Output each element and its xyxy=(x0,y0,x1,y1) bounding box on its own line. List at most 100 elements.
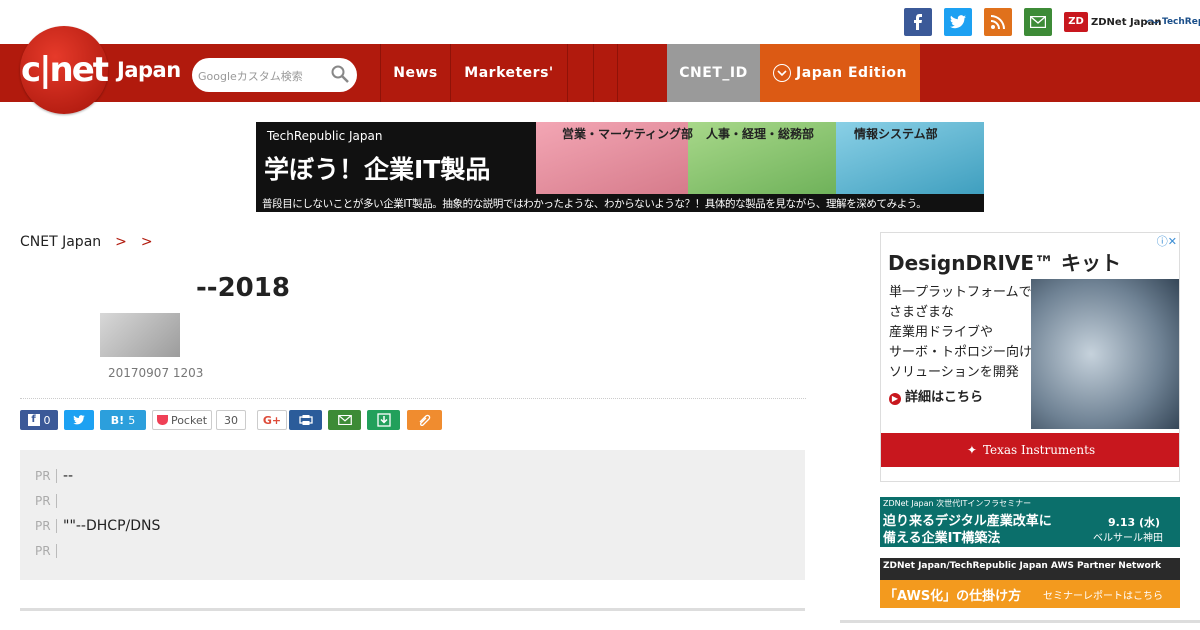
sidebar-ad-copy: 単一プラットフォームで さまざまな 産業用ドライブや サーボ・トポロジー向け ソ… xyxy=(889,283,1032,383)
pr-tag: PR xyxy=(35,544,57,558)
twitter-icon xyxy=(73,415,85,425)
ad-choices-icon[interactable]: ⓘ✕ xyxy=(1147,233,1177,248)
texas-icon: ✦ xyxy=(966,443,977,457)
chevron-down-icon xyxy=(773,64,792,82)
seminar-banner-date: 9.13 (水) xyxy=(1108,516,1161,529)
paperclip-icon xyxy=(419,414,430,426)
facebook-share-count: 0 xyxy=(43,413,51,427)
logo-region-label: Japan xyxy=(117,58,181,82)
top-bar: ZD ZDNet Japan 〜 TechRepublic xyxy=(0,0,1200,44)
mail-icon[interactable] xyxy=(1024,8,1052,36)
nav-item-5[interactable] xyxy=(617,44,641,102)
pocket-share-count: 30 xyxy=(216,410,246,430)
hatena-icon: B! xyxy=(110,413,125,427)
sidebar-ad[interactable]: ⓘ✕ DesignDRIVE™ キット 単一プラットフォームで さまざまな 産業… xyxy=(880,232,1180,482)
seminar-banner-top: ZDNet Japan 次世代ITインフラセミナー xyxy=(883,499,1032,508)
clip-button[interactable] xyxy=(407,410,442,430)
mail-icon xyxy=(337,415,352,425)
leaderboard-ad[interactable]: TechRepublic Japan 学ぼう！企業IT製品 営業・マーケティング… xyxy=(256,122,984,212)
pocket-count-value: 30 xyxy=(224,413,238,427)
breadcrumb: CNET Japan > > xyxy=(20,234,161,250)
pr-tag: PR xyxy=(35,519,57,533)
aws-banner-top: ZDNet Japan/TechRepublic Japan AWS Partn… xyxy=(883,561,1162,571)
pr-link[interactable]: PR xyxy=(35,493,63,509)
search-box[interactable]: Googleカスタム検索 xyxy=(192,58,357,92)
email-share-button[interactable] xyxy=(328,410,361,430)
search-input[interactable]: Googleカスタム検索 xyxy=(198,68,303,84)
section-divider xyxy=(20,608,805,611)
article-meta: 20170907 1203 xyxy=(20,366,203,380)
twitter-icon[interactable] xyxy=(944,8,972,36)
sidebar-ad-sponsor-bar: ✦ Texas Instruments xyxy=(881,433,1179,467)
pocket-share-button[interactable]: Pocket xyxy=(152,410,212,430)
pr-link[interactable]: PR ""--DHCP/DNS xyxy=(35,518,160,534)
pr-link[interactable]: PR -- xyxy=(35,468,73,484)
seminar-banner-venue: ベルサール神田 xyxy=(1093,533,1163,544)
pr-link[interactable]: PR xyxy=(35,543,63,559)
breadcrumb-separator-icon: > xyxy=(115,234,127,250)
banner-footer: 普段目にしないことが多い企業IT製品。抽象的な説明ではわかったような、わからない… xyxy=(262,198,927,210)
banner-tag-it: 情報システム部 xyxy=(854,127,938,141)
cnet-logo-text: c|net xyxy=(20,50,109,90)
nav-item-marketers-label: Marketers' xyxy=(464,65,554,81)
play-icon: ▶ xyxy=(889,393,901,405)
save-button[interactable] xyxy=(367,410,400,430)
pr-link-text[interactable]: -- xyxy=(63,468,73,484)
seminar-banner-line2: 備える企業IT構築法 xyxy=(883,531,1001,546)
facebook-icon: f xyxy=(27,414,40,426)
rss-icon[interactable] xyxy=(984,8,1012,36)
nav-item-cnet-id-label: CNET_ID xyxy=(679,65,748,81)
nav-item-marketers[interactable]: Marketers' xyxy=(450,44,567,102)
techrepublic-label: TechRepublic xyxy=(1162,17,1200,27)
zdnet-logo-icon: ZD xyxy=(1064,12,1088,32)
pocket-icon xyxy=(156,415,168,425)
article-thumbnail[interactable] xyxy=(100,313,180,357)
download-icon xyxy=(376,413,391,427)
nav-item-cnet-id[interactable]: CNET_ID xyxy=(667,44,760,102)
banner-tag-hr: 人事・経理・総務部 xyxy=(706,127,815,141)
seminar-banner[interactable]: ZDNet Japan 次世代ITインフラセミナー 迫り来るデジタル産業改革に … xyxy=(880,497,1180,547)
breadcrumb-home[interactable]: CNET Japan xyxy=(20,234,101,250)
article-date: 20170907 1203 xyxy=(108,366,204,380)
sidebar-ad-brand: DesignDRIVE™ キット xyxy=(888,251,1122,275)
pr-tag: PR xyxy=(35,494,57,508)
nav-item-news-label: News xyxy=(393,65,438,81)
article-title: --2018 xyxy=(196,273,290,303)
meta-divider xyxy=(20,398,806,399)
aws-banner[interactable]: ZDNet Japan/TechRepublic Japan AWS Partn… xyxy=(880,558,1180,608)
nav-item-japan-edition[interactable]: Japan Edition xyxy=(760,44,920,102)
techrepublic-logo-icon: 〜 xyxy=(1146,15,1160,31)
google-plus-icon: G+ xyxy=(262,413,282,427)
sidebar-ad-cta[interactable]: ▶ 詳細はこちら xyxy=(889,386,983,405)
pocket-label: Pocket xyxy=(170,413,208,427)
sidebar-ad-sponsor: Texas Instruments xyxy=(982,443,1096,457)
nav-item-3[interactable] xyxy=(567,44,593,102)
google-plus-share-button[interactable]: G+ xyxy=(257,410,287,430)
sidebar-ad-image xyxy=(1031,279,1179,429)
pr-link-text[interactable]: ""--DHCP/DNS xyxy=(63,518,160,534)
print-button[interactable] xyxy=(289,410,322,430)
techrepublic-link[interactable]: 〜 TechRepublic xyxy=(1146,10,1200,34)
print-icon xyxy=(298,415,313,425)
cnet-logo[interactable]: c|net xyxy=(20,26,109,114)
nav-item-japan-edition-label: Japan Edition xyxy=(796,65,907,81)
hatena-share-count: 5 xyxy=(128,413,136,427)
facebook-icon[interactable] xyxy=(904,8,932,36)
nav-item-news[interactable]: News xyxy=(380,44,450,102)
hatena-share-button[interactable]: B! 5 xyxy=(100,410,146,430)
breadcrumb-separator-icon: > xyxy=(140,234,153,250)
sidebar-ad-line: サーボ・トポロジー向け xyxy=(889,345,1033,360)
facebook-share-button[interactable]: f 0 xyxy=(20,410,58,430)
twitter-share-button[interactable] xyxy=(64,410,94,430)
banner-headline: 学ぼう！企業IT製品 xyxy=(264,155,491,184)
pr-links-box: PR -- PR PR ""--DHCP/DNS PR xyxy=(20,450,805,580)
nav-item-4[interactable] xyxy=(593,44,617,102)
search-icon[interactable] xyxy=(331,65,349,83)
sidebar-ad-line: 単一プラットフォームで xyxy=(889,285,1032,300)
banner-brand: TechRepublic Japan xyxy=(267,129,383,143)
sidebar-ad-line: 産業用ドライブや xyxy=(889,325,994,340)
banner-tag-sales: 営業・マーケティング部 xyxy=(562,127,694,141)
pr-tag: PR xyxy=(35,469,57,483)
sidebar-divider xyxy=(840,620,1200,623)
aws-banner-sub: セミナーレポートはこちら xyxy=(1043,591,1163,602)
